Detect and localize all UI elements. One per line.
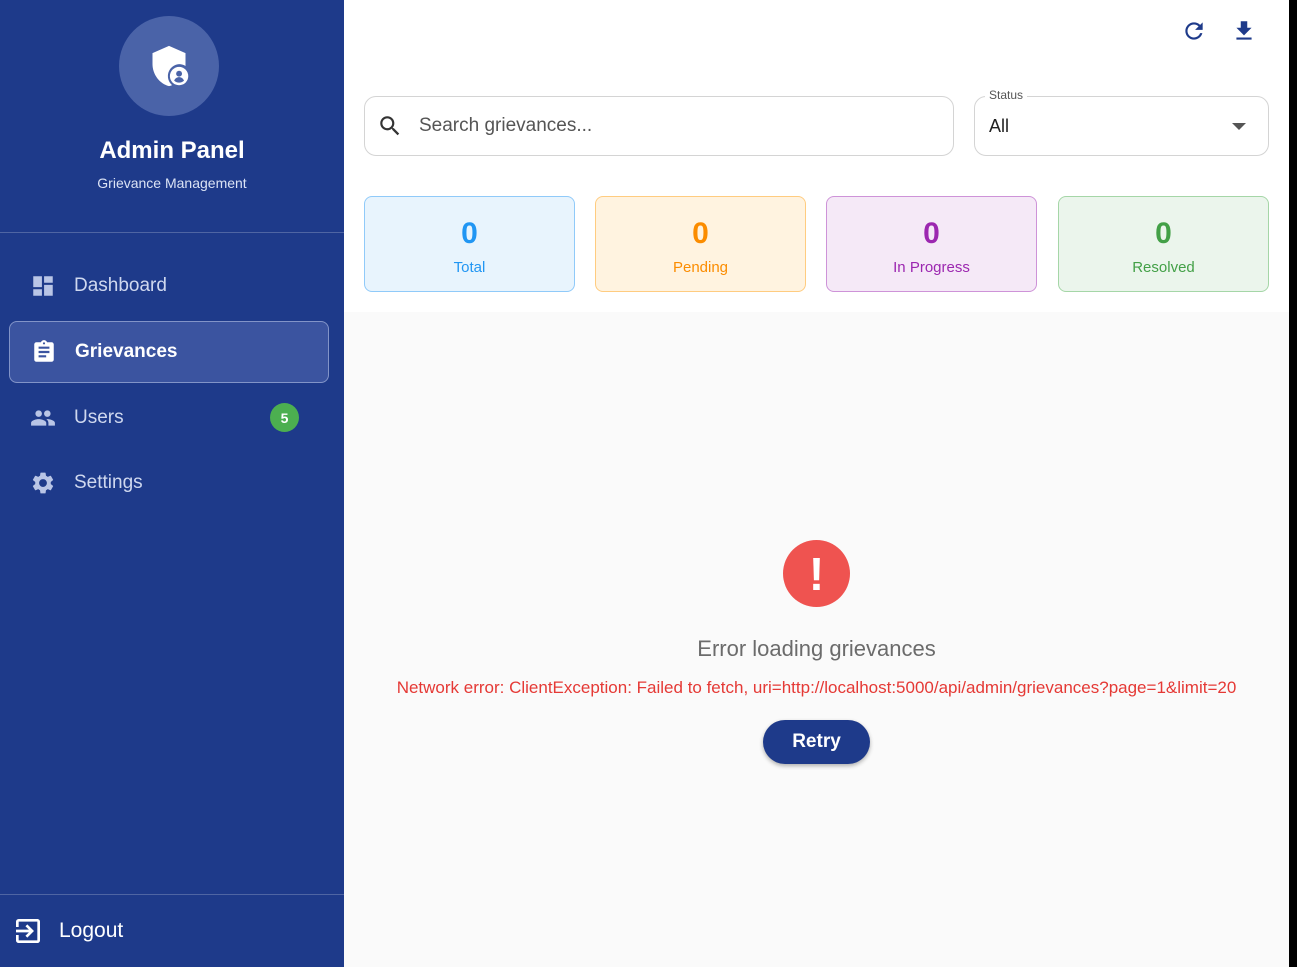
caret-down-icon [1232,123,1246,130]
sidebar-header: Admin Panel Grievance Management [0,0,344,233]
stat-label: In Progress [893,259,970,276]
users-count-badge: 5 [270,403,299,432]
refresh-icon [1185,22,1203,40]
search-input[interactable] [419,115,919,137]
retry-button[interactable]: Retry [763,720,870,764]
status-value: All [989,116,1010,136]
stat-card-in-progress: 0 In Progress [826,196,1037,292]
app-subtitle: Grievance Management [97,175,247,191]
main-content: Status All 0 Total 0 Pending 0 In Progre… [344,0,1289,967]
sidebar-item-dashboard[interactable]: Dashboard [9,255,329,317]
shield-person-icon [119,16,219,116]
sidebar-item-label: Users [74,407,124,428]
filter-panel: Status All 0 Total 0 Pending 0 In Progre… [344,0,1289,312]
status-dropdown[interactable]: Status All [974,88,1269,156]
sidebar-item-label: Dashboard [74,275,167,296]
people-icon [29,404,57,432]
error-title: Error loading grievances [697,636,936,661]
error-message: Network error: ClientException: Failed t… [396,678,1237,697]
sidebar-item-label: Grievances [75,341,178,362]
error-icon: ! [783,540,850,607]
stat-value: 0 [923,217,940,250]
stat-label: Pending [672,259,729,276]
sidebar-item-users[interactable]: Users 5 [9,387,329,449]
clipboard-icon [30,338,58,366]
stat-label: Resolved [1132,259,1195,276]
logout-label: Logout [59,919,124,942]
stat-value: 0 [1155,217,1172,250]
logout-icon [16,919,40,943]
stat-label: Total [453,259,486,276]
download-icon [1236,21,1252,40]
sidebar-footer: Logout [0,894,344,967]
search-box [364,96,954,156]
sidebar-item-label: Settings [74,472,143,493]
refresh-button[interactable] [1177,14,1211,48]
stat-value: 0 [692,217,709,250]
stat-card-total: 0 Total [364,196,575,292]
stat-value: 0 [461,217,478,250]
download-button[interactable] [1227,14,1261,48]
gear-icon [29,469,57,497]
dashboard-icon [29,272,57,300]
search-icon [380,116,400,136]
app-title: Admin Panel [99,137,245,164]
stat-card-pending: 0 Pending [595,196,806,292]
window-edge [1289,0,1297,967]
logout-button[interactable]: Logout [12,915,123,947]
sidebar-item-settings[interactable]: Settings [9,452,329,514]
status-label: Status [985,88,1028,102]
sidebar: Admin Panel Grievance Management Dashboa… [0,0,344,967]
sidebar-item-grievances[interactable]: Grievances [9,321,329,383]
stat-card-resolved: 0 Resolved [1058,196,1269,292]
